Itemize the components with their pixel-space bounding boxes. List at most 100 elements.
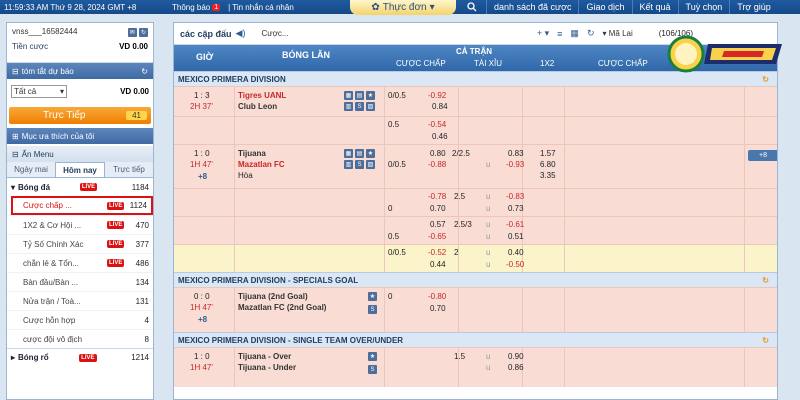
odds-home[interactable]: 0.80 (430, 149, 446, 158)
favorites-header[interactable]: ⊞ Mục ưa thích của tôi (7, 128, 153, 144)
stats-icon[interactable]: ▦ (344, 149, 353, 158)
star-icon[interactable]: ★ (366, 149, 375, 158)
nav-transactions[interactable]: Giao dịch (578, 0, 631, 14)
odds-type-select[interactable]: ▾ Mã Lai (602, 29, 632, 38)
refresh-icon[interactable]: ↻ (762, 336, 769, 345)
col-match: BÓNG LĂN (282, 50, 330, 60)
timeline-icon[interactable]: ▧ (366, 160, 375, 169)
odds-home[interactable]: -0.80 (428, 292, 446, 301)
search-icon[interactable] (462, 0, 482, 14)
odds-over[interactable]: 0.40 (508, 248, 524, 257)
ou-line: 2/2.5 (452, 149, 470, 158)
tv-icon[interactable]: ▤ (355, 91, 364, 100)
lineup-icon[interactable]: ▥ (344, 160, 353, 169)
summary-section-header[interactable]: ⊟ tóm tắt dự báo ↻ (7, 63, 153, 79)
odds-under[interactable]: -0.50 (506, 260, 524, 269)
col-1x2: 1X2 (540, 59, 555, 68)
nav-bet-list[interactable]: danh sách đã cược (486, 0, 578, 14)
tab-live[interactable]: Trực tiếp (105, 162, 153, 177)
tv-icon[interactable]: ▤ (355, 149, 364, 158)
refresh-icon[interactable]: ↻ (141, 67, 148, 76)
bet-type-odd-even[interactable]: chẵn lẻ & Tổn... LIVE 486 (7, 253, 153, 272)
notice-link[interactable]: Thông báo 1 (168, 3, 224, 12)
refresh-icon[interactable]: ↻ (139, 28, 148, 37)
odds-under[interactable]: -0.93 (506, 160, 524, 169)
sport-football[interactable]: ▾ Bóng đá LIVE 1184 (7, 178, 153, 196)
league-name: MEXICO PRIMERA DIVISION - SPECIALS GOAL (178, 275, 359, 285)
star-icon[interactable]: ★ (366, 91, 375, 100)
sport-basketball[interactable]: ▸ Bóng rổ LIVE 1214 (7, 348, 153, 366)
star-icon[interactable]: ★ (368, 352, 377, 361)
odds-x[interactable]: 3.35 (540, 171, 556, 180)
odds-under[interactable]: 0.73 (508, 204, 524, 213)
grid-icon[interactable]: ▦ (570, 28, 579, 39)
league-header[interactable]: MEXICO PRIMERA DIVISION - SPECIALS GOAL … (174, 272, 777, 287)
extra-markets[interactable]: +8 (198, 315, 207, 324)
odds-over[interactable]: 0.83 (508, 149, 524, 158)
bet-type-label: Bàn đầu/Bàn ... (23, 277, 79, 287)
more-markets-button[interactable]: +8 (748, 150, 777, 161)
bet-type-1x2[interactable]: 1X2 & Cơ Hội ... LIVE 470 (7, 215, 153, 234)
stats-icon[interactable]: ▦ (344, 91, 353, 100)
odds-away[interactable]: 0.70 (430, 304, 446, 313)
personal-message-link[interactable]: | Tin nhắn cá nhân (224, 3, 298, 12)
odds-home[interactable]: -0.52 (428, 248, 446, 257)
bet-type-correct-score[interactable]: Tỷ Số Chính Xác LIVE 377 (7, 234, 153, 253)
s-icon[interactable]: S (368, 365, 377, 374)
odds-away[interactable]: 0.70 (430, 204, 446, 213)
odds-home[interactable]: -0.78 (428, 192, 446, 201)
bet-type-count: 470 (135, 220, 149, 230)
live-button[interactable]: Trực Tiếp 41 (9, 107, 151, 124)
hide-menu-header[interactable]: ⊟ Ẩn Menu (7, 146, 153, 162)
odds-away[interactable]: 0.46 (432, 132, 448, 141)
live-badge: LIVE (107, 259, 125, 267)
bet-type-half-full[interactable]: Nửa trận / Toà... 131 (7, 291, 153, 310)
star-icon[interactable]: ★ (368, 292, 377, 301)
bet-type-parlay[interactable]: Cược hỗn hợp 4 (7, 310, 153, 329)
refresh-icon[interactable]: ↻ (762, 75, 769, 84)
bet-type-first-goal[interactable]: Bàn đầu/Bàn ... 134 (7, 272, 153, 291)
sort-icon[interactable]: ≡ (557, 29, 562, 39)
odds-under[interactable]: 0.86 (508, 363, 524, 372)
refresh-icon[interactable]: ↻ (762, 276, 769, 285)
add-icon[interactable]: + ▾ (537, 28, 549, 39)
odds-2[interactable]: 6.80 (540, 160, 556, 169)
timeline-icon[interactable]: ▧ (366, 102, 375, 111)
odds-away[interactable]: 0.44 (430, 260, 446, 269)
match-time: 1H 47' (190, 303, 213, 312)
nav-results[interactable]: Kết quả (631, 0, 678, 14)
menu-button[interactable]: ✿ Thực đơn ▾ (350, 0, 456, 15)
odds-1[interactable]: 1.57 (540, 149, 556, 158)
refresh-icon[interactable]: ↻ (587, 28, 595, 39)
bet-type-handicap[interactable]: Cược chấp ... LIVE 1124 (11, 196, 153, 215)
handicap-line: 0.5 (388, 232, 400, 241)
odds-over[interactable]: -0.61 (506, 220, 524, 229)
league-header[interactable]: MEXICO PRIMERA DIVISION - SINGLE TEAM OV… (174, 332, 777, 347)
s-icon[interactable]: S (368, 305, 377, 314)
extra-markets[interactable]: +8 (198, 172, 207, 181)
odds-away[interactable]: 0.84 (432, 102, 448, 111)
ou-under-label: u (486, 363, 491, 372)
match-score: 1 : 0 (194, 149, 210, 158)
odds-home[interactable]: -0.92 (428, 91, 446, 100)
nav-options[interactable]: Tuỳ chọn (677, 0, 730, 14)
nav-help[interactable]: Trợ giúp (729, 0, 778, 14)
odds-under[interactable]: 0.51 (508, 232, 524, 241)
bet-type-outright[interactable]: cược đội vô địch 8 (7, 329, 153, 348)
mail-icon[interactable]: ✉ (127, 28, 137, 37)
ou-under-label: u (486, 352, 491, 361)
balance-label: Tiền cược (12, 42, 49, 51)
odds-over[interactable]: -0.83 (506, 192, 524, 201)
tab-tomorrow[interactable]: Ngày mai (7, 162, 55, 177)
summary-filter-select[interactable]: Tất cả ▾ (11, 84, 67, 98)
sound-icon[interactable]: ◀) (236, 28, 246, 39)
odds-home[interactable]: 0.57 (430, 220, 446, 229)
odds-away[interactable]: -0.88 (428, 160, 446, 169)
lineup-icon[interactable]: ▥ (344, 102, 353, 111)
tab-today[interactable]: Hôm nay (55, 162, 105, 177)
s-icon[interactable]: S (355, 102, 364, 111)
odds-away[interactable]: -0.65 (428, 232, 446, 241)
odds-home[interactable]: -0.54 (428, 120, 446, 129)
odds-over[interactable]: 0.90 (508, 352, 524, 361)
s-icon[interactable]: S (355, 160, 364, 169)
